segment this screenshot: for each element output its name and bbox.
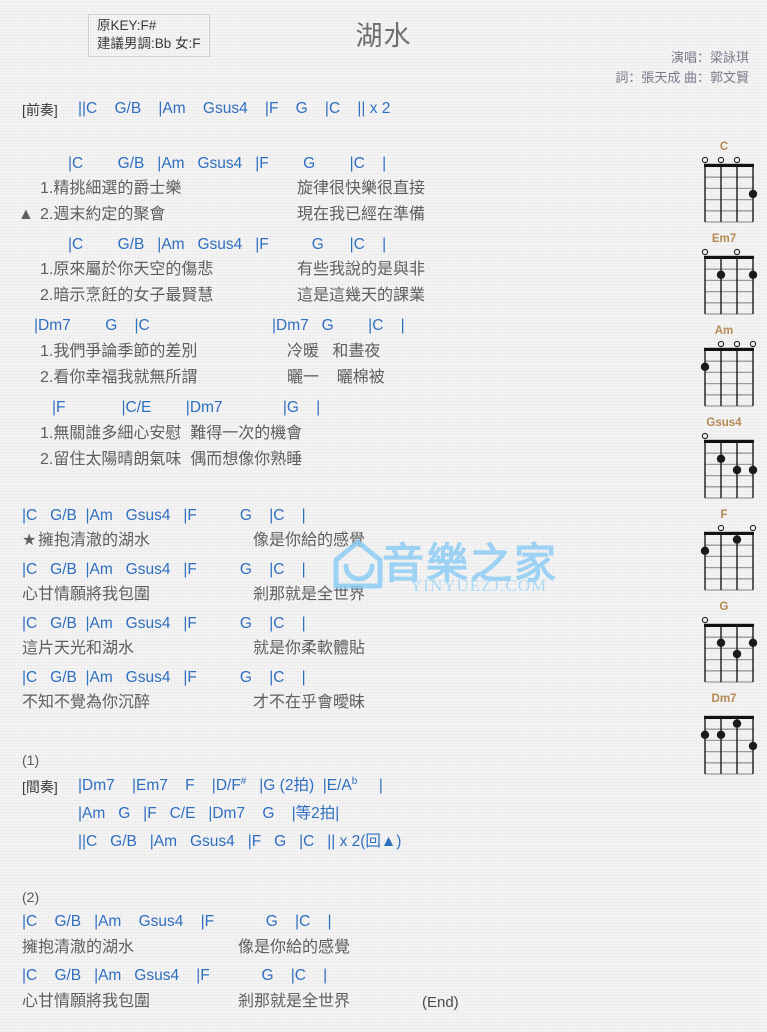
chord-diagram-g: G: [686, 600, 762, 690]
ending-chord-line-1: |C G/B |Am Gsus4 |F G |C |: [22, 913, 332, 930]
chord-diagram-c: C: [686, 140, 762, 230]
ending-chord-line-2: |C G/B |Am Gsus4 |F G |C |: [22, 967, 328, 984]
interlude-chord-line-3: ||C G/B |Am Gsus4 |F G |C || x 2(回▲): [78, 833, 402, 850]
chorus-lyric-3-right: 就是你柔軟體貼: [253, 640, 366, 657]
chorus-lyric-3: 這片天光和湖水: [22, 640, 135, 657]
verse1-lyric-3a-right: 冷暖 和晝夜: [287, 343, 381, 360]
credits: 演唱：梁詠琪 詞：張天成 曲：郭文賢: [615, 48, 749, 88]
site-watermark: 音樂之家 YINYUEZJ.COM: [330, 530, 600, 610]
section-tag-interlude: [間奏]: [22, 779, 58, 795]
chord-sheet-page: 原KEY:F# 建議男調:Bb 女:F 湖水 演唱：梁詠琪 詞：張天成 曲：郭文…: [0, 0, 767, 1032]
verse1-lyric-1b: 2.週末約定的聚會: [40, 206, 166, 223]
chorus-chord-line-3: |C G/B |Am Gsus4 |F G |C |: [22, 615, 306, 632]
chord-diagram-grid: [686, 522, 762, 594]
interlude-chords-a: |Dm7 |Em7 F |D/F: [78, 777, 241, 794]
verse1-lyric-3b-right: 曬一 曬棉被: [287, 369, 385, 386]
chorus-chord-line-2: |C G/B |Am Gsus4 |F G |C |: [22, 561, 306, 578]
verse1-lyric-1a: 1.精挑細選的爵士樂: [40, 180, 182, 197]
ending-lyric-2-right: 剎那就是全世界: [238, 993, 351, 1010]
ending-lyric-1-right: 像是你給的感覺: [238, 939, 351, 956]
verse1-chord-line-1: |C G/B |Am Gsus4 |F G |C |: [68, 155, 387, 172]
chord-diagram-label: G: [719, 601, 729, 613]
chord-diagram-label: Gsus4: [706, 417, 742, 429]
chord-diagram-am: Am: [686, 324, 762, 414]
chorus-marker-star: ★: [22, 532, 37, 549]
writer-line: 詞：張天成 曲：郭文賢: [615, 70, 749, 85]
verse1-lyric-2a-right: 有些我說的是與非: [297, 261, 426, 278]
chorus-lyric-4-right: 才不在乎會曖昧: [253, 694, 366, 711]
chord-diagram-grid: [686, 706, 762, 778]
verse1-chord-line-3: |Dm7 G |C: [34, 317, 150, 334]
chord-diagram-grid: [686, 614, 762, 686]
ending-mark-1: (1): [22, 752, 40, 768]
chord-diagram-f: F: [686, 508, 762, 598]
chord-diagram-column: C Em7 Am Gsus4 F G Dm7: [686, 140, 762, 784]
chord-diagram-em7: Em7: [686, 232, 762, 322]
section-tag-intro: [前奏]: [22, 102, 58, 118]
interlude-chords-b: |G (2拍) |E/A: [246, 777, 352, 794]
verse1-lyric-1a-right: 旋律很快樂很直接: [297, 180, 426, 197]
chord-diagram-label: Em7: [711, 233, 737, 245]
chorus-lyric-1-right: 像是你給的感覺: [253, 532, 366, 549]
chord-diagram-grid: [686, 338, 762, 410]
verse1-lyric-3b: 2.看你幸福我就無所謂: [40, 369, 198, 386]
verse1-lyric-2b-right: 這是這幾天的課業: [297, 287, 426, 304]
chorus-chord-line-1: |C G/B |Am Gsus4 |F G |C |: [22, 507, 306, 524]
interlude-chord-line-1: |Dm7 |Em7 F |D/F# |G (2拍) |E/Ab |: [78, 776, 383, 795]
chord-diagram-grid: [686, 154, 762, 226]
ending-lyric-2: 心甘情願將我包圍: [22, 993, 151, 1010]
ending-lyric-1: 擁抱清澈的湖水: [22, 939, 135, 956]
verse1-lyric-1b-right: 現在我已經在準備: [297, 206, 426, 223]
end-label: (End): [422, 994, 459, 1011]
chord-diagram-dm7: Dm7: [686, 692, 762, 782]
chord-diagram-label: Am: [714, 325, 734, 337]
chorus-lyric-2-right: 剎那就是全世界: [253, 586, 366, 603]
watermark-en-text: YINYUEZJ.COM: [410, 576, 548, 595]
chord-diagram-label: F: [720, 509, 728, 521]
chorus-lyric-4: 不知不覺為你沉醉: [22, 694, 151, 711]
chord-diagram-label: C: [719, 141, 729, 153]
chord-diagram-label: Dm7: [711, 693, 737, 705]
verse1-lyric-4a: 1.無關誰多細心安慰 難得一次的機會: [40, 425, 303, 442]
chord-diagram-gsus4: Gsus4: [686, 416, 762, 506]
chorus-chord-line-4: |C G/B |Am Gsus4 |F G |C |: [22, 669, 306, 686]
verse1-lyric-2a: 1.原來屬於你天空的傷悲: [40, 261, 214, 278]
verse1-lyric-3a: 1.我們爭論季節的差別: [40, 343, 198, 360]
chorus-lyric-1: 擁抱清澈的湖水: [38, 532, 151, 549]
chord-diagram-grid: [686, 430, 762, 502]
ending-mark-2: (2): [22, 889, 40, 905]
watermark-cn-text: 音樂之家: [382, 539, 559, 588]
intro-chord-line: ||C G/B |Am Gsus4 |F G |C || x 2: [78, 100, 391, 117]
verse1-chord-line-2: |C G/B |Am Gsus4 |F G |C |: [68, 236, 387, 253]
interlude-chords-c: |: [357, 777, 383, 794]
interlude-chord-line-2: |Am G |F C/E |Dm7 G |等2拍|: [78, 805, 340, 822]
verse1-lyric-2b: 2.暗示烹飪的女子最賢慧: [40, 287, 214, 304]
singer-line: 演唱：梁詠琪: [670, 50, 749, 65]
chord-diagram-grid: [686, 246, 762, 318]
verse1-lyric-4b: 2.留住太陽晴朗氣味 偶而想像你熟睡: [40, 451, 303, 468]
repeat-marker-triangle: ▲: [18, 206, 34, 223]
chorus-lyric-2: 心甘情願將我包圍: [22, 586, 151, 603]
verse1-chord-line-3-right: |Dm7 G |C |: [272, 317, 405, 334]
verse1-chord-line-4: |F |C/E |Dm7 |G |: [52, 399, 321, 416]
